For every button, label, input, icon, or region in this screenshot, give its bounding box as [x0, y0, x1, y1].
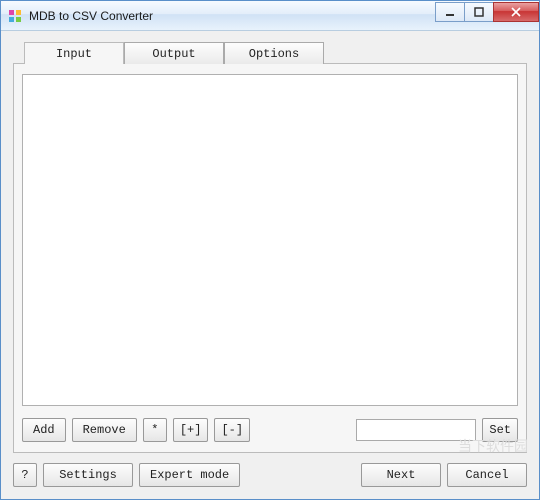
settings-button[interactable]: Settings — [43, 463, 133, 487]
next-button[interactable]: Next — [361, 463, 441, 487]
tab-panel: Input Output Options Add Remove * — [13, 63, 527, 453]
tab-input[interactable]: Input — [24, 42, 124, 64]
select-all-button[interactable]: * — [143, 418, 167, 442]
input-file-list[interactable] — [22, 74, 518, 406]
window-title: MDB to CSV Converter — [29, 9, 436, 23]
button-label: [-] — [221, 423, 243, 437]
collapse-button[interactable]: [-] — [214, 418, 250, 442]
tabs-row: Input Output Options — [24, 42, 324, 64]
app-icon — [7, 8, 23, 24]
set-button[interactable]: Set — [482, 418, 518, 442]
client-area: Input Output Options Add Remove * — [1, 31, 539, 499]
button-label: * — [151, 423, 158, 437]
close-button[interactable] — [493, 2, 539, 22]
remove-button[interactable]: Remove — [72, 418, 137, 442]
tab-label: Input — [56, 47, 92, 61]
tab-label: Options — [249, 47, 299, 61]
button-label: Cancel — [465, 468, 508, 482]
button-label: Remove — [83, 423, 126, 437]
tab-options[interactable]: Options — [224, 42, 324, 64]
app-window: MDB to CSV Converter Input Output — [0, 0, 540, 500]
expert-mode-button[interactable]: Expert mode — [139, 463, 240, 487]
add-button[interactable]: Add — [22, 418, 66, 442]
button-label: Settings — [59, 468, 117, 482]
button-label: Add — [33, 423, 55, 437]
window-controls — [436, 1, 539, 30]
input-toolbar: Add Remove * [+] [-] Set — [22, 416, 518, 444]
help-button[interactable]: ? — [13, 463, 37, 487]
tab-output[interactable]: Output — [124, 42, 224, 64]
cancel-button[interactable]: Cancel — [447, 463, 527, 487]
maximize-button[interactable] — [464, 2, 494, 22]
button-label: Next — [387, 468, 416, 482]
expand-button[interactable]: [+] — [173, 418, 209, 442]
button-label: ? — [21, 468, 28, 482]
titlebar: MDB to CSV Converter — [1, 1, 539, 31]
filter-input[interactable] — [356, 419, 476, 441]
button-label: [+] — [180, 423, 202, 437]
bottom-bar: ? Settings Expert mode Next Cancel — [13, 463, 527, 487]
button-label: Expert mode — [150, 468, 229, 482]
minimize-button[interactable] — [435, 2, 465, 22]
tab-label: Output — [152, 47, 195, 61]
button-label: Set — [489, 423, 511, 437]
